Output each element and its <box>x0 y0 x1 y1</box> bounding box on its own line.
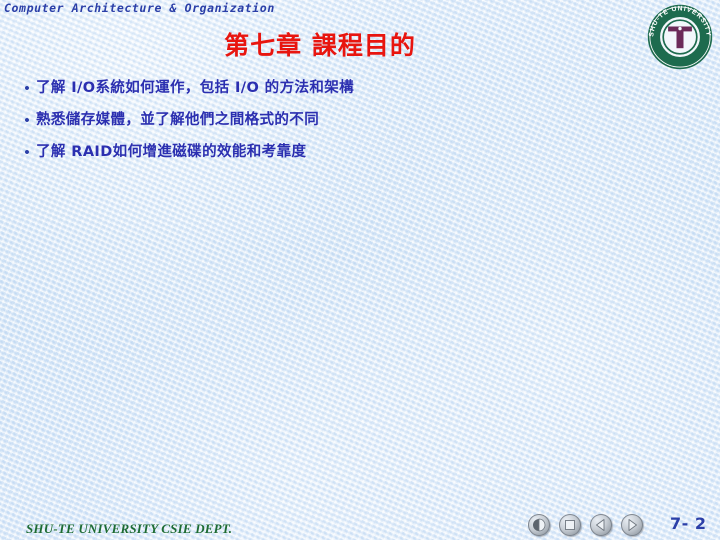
previous-slide-button[interactable] <box>528 514 550 536</box>
forward-button[interactable] <box>621 514 643 536</box>
slide-navigation-controls[interactable] <box>528 514 643 536</box>
triangle-right-icon <box>628 519 637 531</box>
stop-square-icon <box>565 520 575 530</box>
bullet-text: 了解 RAID如何增進磁碟的效能和考靠度 <box>36 144 307 160</box>
shu-te-university-logo: SHU-TE UNIVERSITY <box>645 2 715 72</box>
back-half-circle-icon <box>533 518 546 532</box>
page-number: 7- 2 <box>670 514 707 533</box>
bullet-point-icon: • <box>24 80 30 97</box>
bullet-point-icon: • <box>24 112 30 129</box>
bullet-text: 熟悉儲存媒體，並了解他們之間格式的不同 <box>36 112 320 128</box>
rewind-button[interactable] <box>590 514 612 536</box>
list-item: • 了解 I/O系統如何運作，包括 I/O 的方法和架構 <box>18 78 618 99</box>
slide-title: 第七章 課程目的 <box>224 31 416 60</box>
slide-canvas: Computer Architecture & Organization 第七章… <box>0 0 720 540</box>
bullet-list: • 了解 I/O系統如何運作，包括 I/O 的方法和架構 • 熟悉儲存媒體，並了… <box>18 78 618 174</box>
bullet-point-icon: • <box>24 144 30 161</box>
stop-button[interactable] <box>559 514 581 536</box>
footer-department-label: SHU-TE UNIVERSITY CSIE DEPT. <box>26 521 233 536</box>
university-seal-icon: SHU-TE UNIVERSITY <box>647 4 713 70</box>
list-item: • 了解 RAID如何增進磁碟的效能和考靠度 <box>18 142 618 163</box>
course-header-title: Computer Architecture & Organization <box>4 1 275 15</box>
bullet-text: 了解 I/O系統如何運作，包括 I/O 的方法和架構 <box>36 80 355 96</box>
list-item: • 熟悉儲存媒體，並了解他們之間格式的不同 <box>18 110 618 131</box>
triangle-left-icon <box>596 519 605 531</box>
